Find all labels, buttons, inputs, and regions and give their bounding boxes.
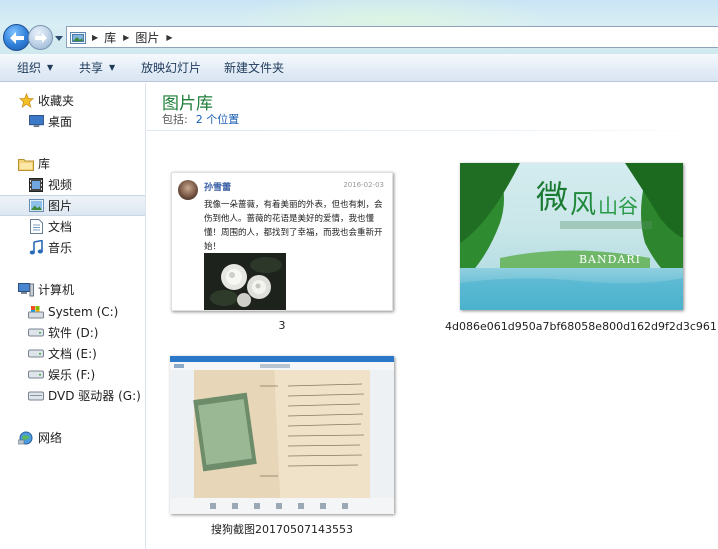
sidebar-item-label: 软件 (D:) bbox=[48, 326, 99, 340]
library-folder-icon bbox=[70, 32, 86, 44]
address-area: ▶ 库 ▶ 图片 ▶ bbox=[0, 0, 718, 54]
video-icon bbox=[28, 177, 44, 193]
share-button[interactable]: 共享 ▼ bbox=[79, 54, 115, 82]
sidebar-item-videos[interactable]: 视频 bbox=[0, 174, 145, 195]
header-divider bbox=[147, 130, 718, 131]
organize-label: 组织 bbox=[17, 61, 42, 75]
library-includes: 包括: 2 个位置 bbox=[162, 111, 239, 127]
sidebar-item-label: System (C:) bbox=[48, 304, 119, 319]
library-icon bbox=[18, 156, 34, 172]
slideshow-label: 放映幻灯片 bbox=[141, 61, 202, 75]
sidebar-item-documents[interactable]: 文档 bbox=[0, 216, 145, 237]
picture-icon bbox=[28, 198, 44, 214]
sidebar-group-libraries[interactable]: 库 bbox=[0, 153, 145, 174]
document-icon bbox=[28, 219, 44, 235]
sidebar-item-label: 图片 bbox=[48, 199, 73, 213]
album-title-char-4: 谷 bbox=[618, 194, 638, 218]
back-arrow-icon bbox=[9, 31, 24, 44]
file-name-label[interactable]: 搜狗截图20170507143553 bbox=[170, 522, 394, 537]
chevron-down-icon[interactable] bbox=[55, 34, 63, 42]
breadcrumb-label[interactable]: 库 bbox=[104, 29, 116, 46]
chevron-down-icon: ▼ bbox=[47, 63, 54, 72]
album-artist: BANDARI bbox=[579, 253, 641, 266]
music-icon bbox=[28, 240, 44, 256]
sidebar-item-drive-f[interactable]: 娱乐 (F:) bbox=[0, 364, 145, 385]
drive-icon bbox=[28, 325, 44, 341]
address-bar[interactable]: ▶ 库 ▶ 图片 ▶ bbox=[66, 26, 718, 48]
sidebar-group-label: 收藏夹 bbox=[38, 94, 75, 108]
album-cover-image: 微 风 山 谷 BANDARI bbox=[460, 163, 683, 310]
sidebar-group-label: 库 bbox=[38, 157, 51, 171]
sidebar-group-label: 网络 bbox=[38, 431, 63, 445]
breadcrumb-separator-icon[interactable]: ▶ bbox=[92, 33, 98, 42]
file-thumbnail-screenshot[interactable] bbox=[170, 356, 394, 514]
breadcrumb-item-pictures[interactable]: ▶ 图片 bbox=[123, 29, 166, 46]
file-name-label[interactable]: 4d086e061d950a7bf68058e800d162d9f2d3c961 bbox=[445, 319, 717, 334]
sidebar-item-music[interactable]: 音乐 bbox=[0, 237, 145, 258]
back-button[interactable] bbox=[3, 24, 30, 51]
file-name-label[interactable]: 3 bbox=[171, 318, 393, 333]
post-date: 2016-02-03 bbox=[343, 181, 384, 189]
post-text: 我像一朵蔷薇，有着美丽的外表，但也有刺，会伤到他人。蔷薇的花语是美好的爱情，我也… bbox=[204, 200, 383, 252]
file-list-pane: 图片库 包括: 2 个位置 孙雪蕾 2016-02-03 我像一朵蔷薇，有着美丽… bbox=[147, 83, 718, 549]
file-thumbnail-3[interactable]: 孙雪蕾 2016-02-03 我像一朵蔷薇，有着美丽的外表，但也有刺，会伤到他人… bbox=[171, 172, 393, 311]
breadcrumb-separator-icon[interactable]: ▶ bbox=[123, 33, 129, 42]
sidebar-item-label: 桌面 bbox=[48, 115, 73, 129]
system-drive-icon bbox=[28, 304, 44, 320]
drive-icon bbox=[28, 367, 44, 383]
sidebar-item-drive-e[interactable]: 文档 (E:) bbox=[0, 343, 145, 364]
breadcrumb-item-library[interactable]: ▶ 库 bbox=[92, 29, 123, 46]
rose-photo bbox=[204, 253, 286, 310]
sidebar-item-drive-g[interactable]: DVD 驱动器 (G:) M bbox=[0, 385, 145, 406]
desktop-icon bbox=[28, 114, 44, 130]
share-label: 共享 bbox=[79, 61, 104, 75]
sidebar-group-computer[interactable]: 计算机 bbox=[0, 279, 145, 300]
album-title-char-3: 山 bbox=[598, 194, 618, 218]
library-locations-link[interactable]: 2 个位置 bbox=[196, 111, 240, 127]
sidebar-group-network[interactable]: 网络 bbox=[0, 427, 145, 448]
network-icon bbox=[18, 430, 34, 446]
command-bar: 组织 ▼ 共享 ▼ 放映幻灯片 新建文件夹 bbox=[0, 54, 718, 82]
sidebar-item-drive-d[interactable]: 软件 (D:) bbox=[0, 322, 145, 343]
breadcrumb-label[interactable]: 图片 bbox=[135, 29, 159, 46]
breadcrumb-separator-icon[interactable]: ▶ bbox=[166, 33, 172, 42]
sidebar-item-label: 娱乐 (F:) bbox=[48, 368, 96, 382]
drive-icon bbox=[28, 346, 44, 362]
forward-button[interactable] bbox=[28, 25, 53, 50]
star-icon bbox=[18, 93, 34, 109]
album-title-char-1: 微 bbox=[536, 178, 568, 216]
sidebar-item-label: 文档 (E:) bbox=[48, 347, 97, 361]
sidebar-item-label: 音乐 bbox=[48, 241, 73, 255]
post-username: 孙雪蕾 bbox=[204, 183, 232, 193]
breadcrumb-item-end[interactable]: ▶ bbox=[166, 33, 178, 42]
library-includes-label: 包括: bbox=[162, 113, 188, 126]
new-folder-button[interactable]: 新建文件夹 bbox=[224, 54, 284, 82]
slideshow-button[interactable]: 放映幻灯片 bbox=[141, 54, 201, 82]
sidebar-group-favorites[interactable]: 收藏夹 bbox=[0, 90, 145, 111]
navigation-pane: 收藏夹 桌面 库 视频 图片 文档 音乐 计算机 System (C:) 软件 … bbox=[0, 83, 146, 549]
new-folder-label: 新建文件夹 bbox=[224, 61, 285, 75]
avatar bbox=[178, 180, 198, 200]
file-thumbnail-album[interactable]: 微 风 山 谷 BANDARI bbox=[460, 163, 683, 310]
sidebar-item-pictures[interactable]: 图片 bbox=[0, 195, 145, 216]
sidebar-group-label: 计算机 bbox=[38, 283, 75, 297]
sidebar-item-label: DVD 驱动器 (G:) M bbox=[48, 389, 145, 403]
chevron-down-icon: ▼ bbox=[109, 63, 116, 72]
sidebar-item-label: 文档 bbox=[48, 220, 73, 234]
forward-arrow-icon bbox=[34, 32, 47, 43]
sidebar-item-drive-c[interactable]: System (C:) bbox=[0, 301, 145, 322]
dvd-drive-icon bbox=[28, 388, 44, 404]
screenshot-image bbox=[170, 356, 394, 514]
organize-button[interactable]: 组织 ▼ bbox=[17, 54, 53, 82]
album-title-char-2: 风 bbox=[570, 190, 596, 220]
computer-icon bbox=[18, 282, 34, 298]
sidebar-item-desktop[interactable]: 桌面 bbox=[0, 111, 145, 132]
sidebar-item-label: 视频 bbox=[48, 178, 73, 192]
